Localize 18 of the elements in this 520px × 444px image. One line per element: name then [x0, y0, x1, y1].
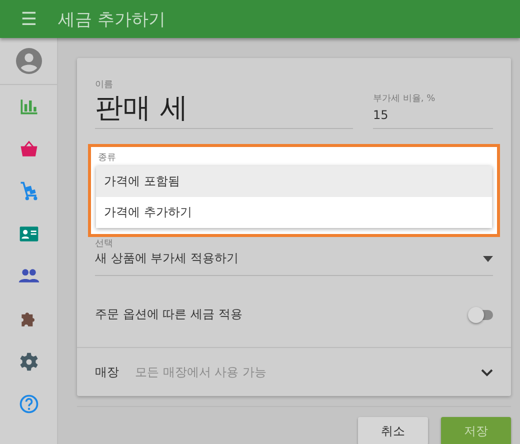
select-label: 선택 — [95, 238, 114, 250]
avatar-icon[interactable] — [16, 48, 42, 74]
type-dropdown[interactable]: 종류 가격에 포함됨 가격에 추가하기 — [88, 144, 500, 237]
toggle-switch[interactable] — [471, 310, 493, 320]
dropdown-option[interactable]: 가격에 포함됨 — [96, 166, 492, 197]
toggle-label: 주문 옵션에 따른 세금 적용 — [95, 306, 242, 323]
store-value: 모든 매장에서 사용 가능 — [135, 364, 268, 381]
name-field[interactable]: 이름 판매 세 — [95, 78, 353, 129]
apply-select[interactable]: 새 상품에 부가세 적용하기 — [95, 250, 238, 267]
page-title: 세금 추가하기 — [58, 8, 166, 30]
caret-icon[interactable] — [483, 256, 493, 262]
dropdown-option[interactable]: 가격에 추가하기 — [96, 197, 492, 228]
help-icon[interactable] — [18, 393, 40, 416]
chevron-down-icon[interactable] — [481, 368, 493, 376]
settings-icon[interactable] — [18, 350, 40, 373]
cancel-button[interactable]: 취소 — [358, 417, 428, 444]
store-label: 매장 — [95, 364, 120, 381]
rate-field[interactable]: 부가세 비율, % 15 — [373, 78, 493, 129]
